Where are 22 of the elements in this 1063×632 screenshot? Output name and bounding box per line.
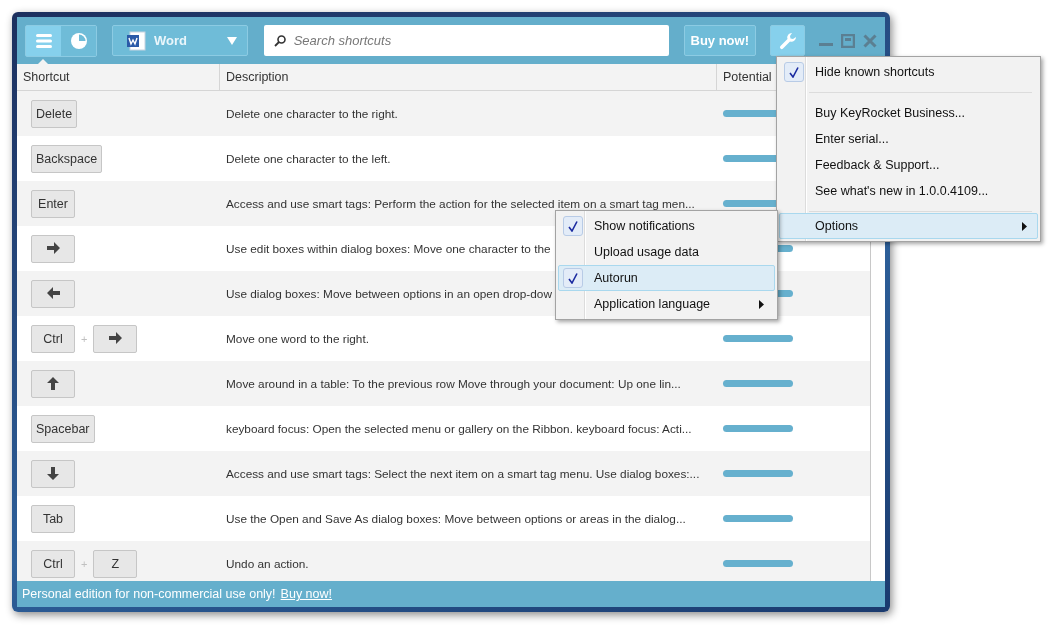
description-text: Delete one character to the left. [226, 151, 391, 166]
plus-sign: + [81, 332, 88, 345]
key-cap: Delete [31, 99, 78, 128]
plus-sign: + [81, 557, 88, 570]
key-cap: Ctrl [31, 549, 75, 578]
key-cap: Ctrl [31, 324, 75, 353]
description-text: Use the Open and Save As dialog boxes: Move between options or areas in the dialog... [226, 511, 686, 526]
description-text: Use dialog boxes: Move between options in an open drop-dow [226, 286, 552, 301]
description-text: keyboard focus: Open the selected menu or gallery on the Ribbon. keyboard focus: Acti... [226, 421, 692, 436]
footer-text: Personal edition for non-commercial use only! [22, 587, 276, 601]
description-text: Access and use smart tags: Select the next item on a smart tag menu. Use dialog boxes:... [226, 466, 700, 481]
key-cap: Spacebar [31, 414, 95, 443]
key-cap: Z [93, 549, 138, 578]
description-text: Undo an action. [226, 556, 309, 571]
description-text: Use edit boxes within dialog boxes: Move one character to the [226, 241, 551, 256]
description-text: Move around in a table: To the previous row Move through your document: Up one lin... [226, 376, 681, 391]
key-cap: Enter [31, 189, 75, 218]
description-text: Move one word to the right. [226, 331, 369, 346]
key-cap: Backspace [31, 144, 103, 173]
description-text: Access and use smart tags: Perform the action for the selected item on a smart tag men... [226, 196, 695, 211]
key-cap: Tab [31, 504, 75, 533]
description-text: Delete one character to the right. [226, 106, 398, 121]
